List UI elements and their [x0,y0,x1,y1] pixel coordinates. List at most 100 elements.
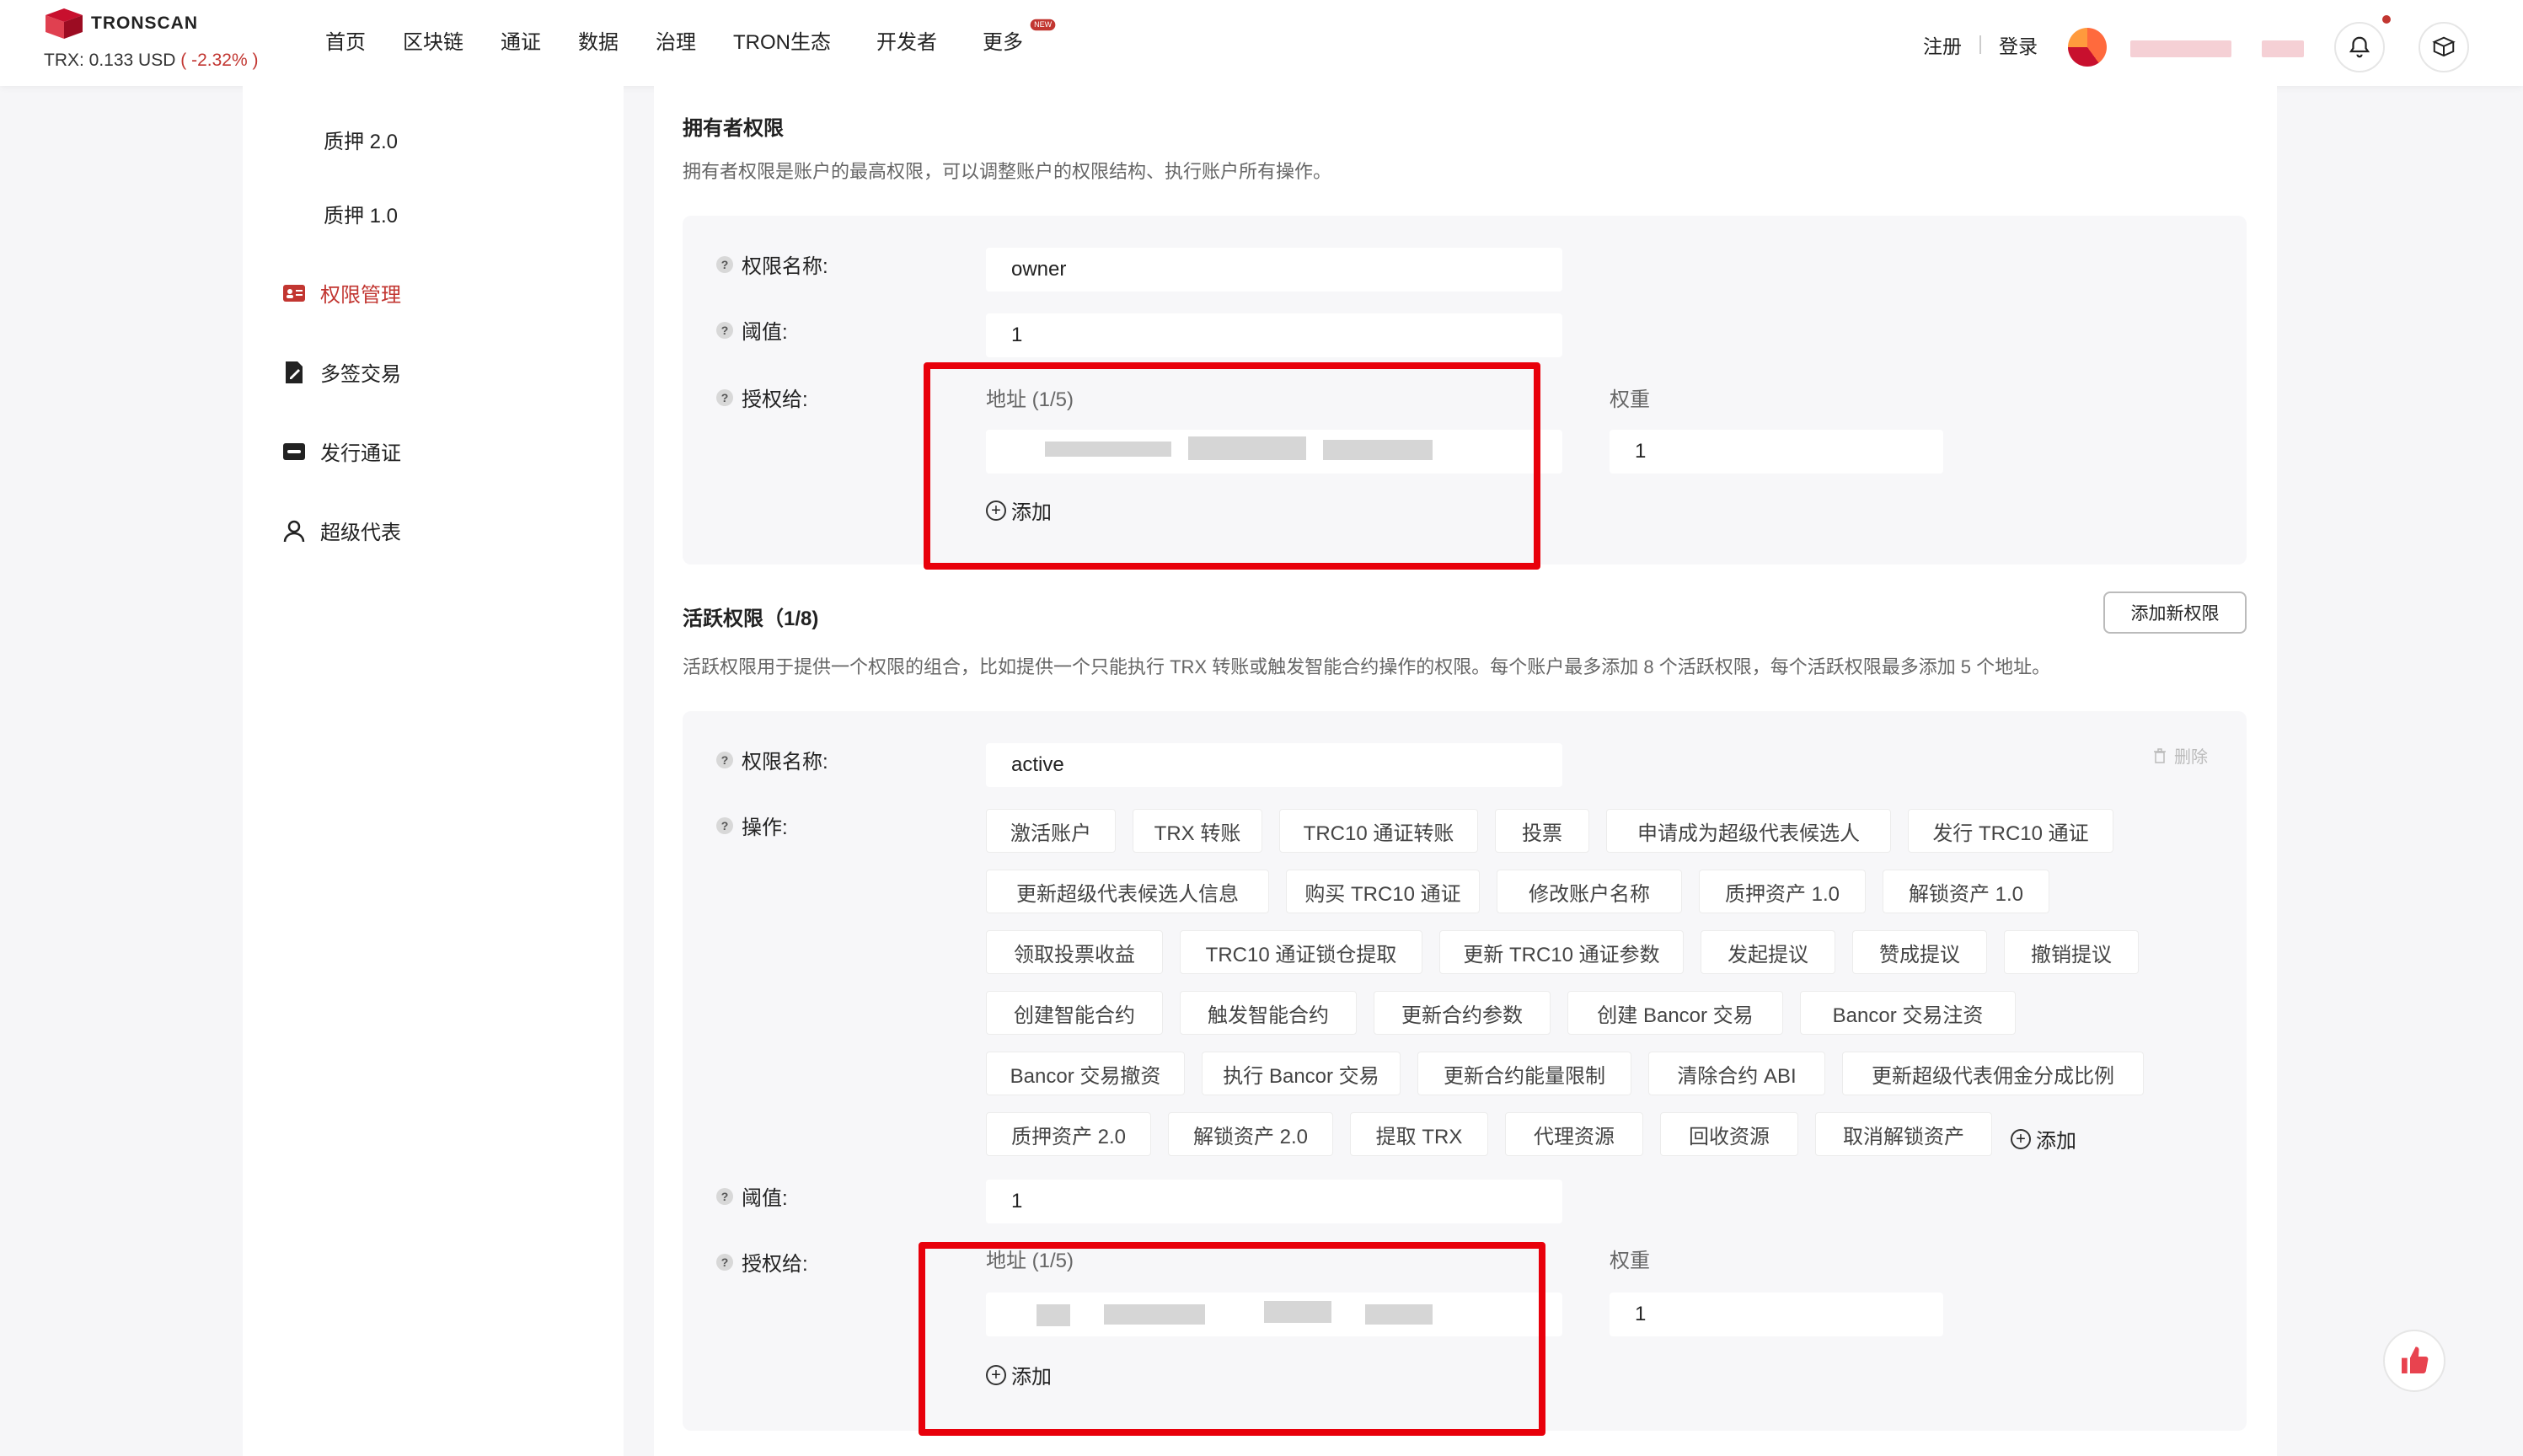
active-permission-desc: 活跃权限用于提供一个权限的组合，比如提供一个只能执行 TRX 转账或触发智能合约… [683,656,2051,677]
op-tag[interactable]: 质押资产 1.0 [1699,870,1866,913]
sidebar-item-label: 质押 1.0 [324,205,399,228]
op-tag[interactable]: 更新合约参数 [1374,991,1551,1035]
active-name-field[interactable]: active [986,743,1562,787]
op-tag[interactable]: 清除合约 ABI [1648,1052,1825,1095]
active-weight-header: 权重 [1610,1250,1650,1272]
sidebar-item-label: 发行通证 [320,442,401,465]
top-header: TRONSCAN TRX: 0.133 USD ( -2.32% ) 首页 区块… [0,0,2523,86]
op-tag[interactable]: 投票 [1495,809,1589,853]
op-tag[interactable]: Bancor 交易撤资 [986,1052,1185,1095]
nav-data[interactable]: 数据 [578,25,619,55]
sidebar-item-label: 超级代表 [320,522,401,544]
owner-name-field[interactable]: owner [986,248,1562,292]
op-tag[interactable]: 回收资源 [1660,1112,1798,1156]
help-icon[interactable]: ? [716,816,733,834]
op-tag[interactable]: TRC10 通证转账 [1279,809,1478,853]
help-icon[interactable]: ? [716,1187,733,1205]
op-tag[interactable]: TRC10 通证锁仓提取 [1180,930,1422,974]
wallet-cube-icon [2432,36,2456,57]
nav-tron-eco[interactable]: TRON生态 [733,25,831,55]
op-tag[interactable]: 执行 Bancor 交易 [1202,1052,1401,1095]
feedback-button[interactable] [2383,1330,2445,1392]
header-divider [1979,35,1981,54]
add-permission-button[interactable]: 添加新权限 [2103,592,2247,634]
op-tag[interactable]: TRX 转账 [1133,809,1262,853]
op-tag[interactable]: 解锁资产 1.0 [1883,870,2049,913]
wallet-button[interactable] [2419,22,2469,72]
op-tag[interactable]: 修改账户名称 [1497,870,1682,913]
help-icon[interactable]: ? [716,321,733,339]
op-tag[interactable]: 发起提议 [1701,930,1835,974]
brand-name: TRONSCAN [91,13,198,33]
help-icon[interactable]: ? [716,388,733,406]
sidebar-item-super-rep[interactable]: 超级代表 [281,516,401,545]
token-icon [281,439,307,464]
sidebar-item-multisig[interactable]: 多签交易 [281,357,401,387]
help-icon[interactable]: ? [716,751,733,768]
op-tag[interactable]: 撤销提议 [2004,930,2139,974]
thumb-up-icon [2402,1346,2429,1373]
avatar[interactable] [2068,28,2107,67]
op-tag[interactable]: 取消解锁资产 [1815,1112,1992,1156]
sidebar-item-permissions[interactable]: 权限管理 [281,278,401,308]
op-tag[interactable]: 激活账户 [986,809,1116,853]
op-tag[interactable]: 提取 TRX [1350,1112,1488,1156]
op-tag[interactable]: 更新超级代表候选人信息 [986,870,1269,913]
sidebar-item-issue-token[interactable]: 发行通证 [281,436,401,466]
notification-button[interactable] [2334,22,2385,72]
active-threshold-label: ? 阈值: [716,1181,788,1211]
add-operation-button[interactable]: + 添加 [2011,1124,2076,1154]
help-icon[interactable]: ? [716,255,733,273]
trash-icon [2154,747,2166,763]
user-icon [281,518,307,543]
op-tag[interactable]: 赞成提议 [1852,930,1987,974]
nav-blockchain[interactable]: 区块链 [403,25,463,55]
op-tag[interactable]: 更新超级代表佣金分成比例 [1842,1052,2144,1095]
new-badge: NEW [1030,19,1056,31]
active-name-label: ? 权限名称: [716,745,828,774]
op-tag[interactable]: 更新 TRC10 通证参数 [1439,930,1684,974]
tronscan-logo-icon [46,8,83,39]
nav-more[interactable]: 更多 NEW [983,19,1056,55]
id-card-icon [281,281,307,306]
annotation-highlight-owner [924,362,1540,570]
op-tag[interactable]: 申请成为超级代表候选人 [1606,809,1891,853]
blurred-account [2130,40,2231,57]
owner-threshold-field[interactable]: 1 [986,313,1562,357]
sidebar-item-stake-2[interactable]: 质押 2.0 [324,125,398,154]
notification-dot [2382,15,2391,24]
op-tag[interactable]: 创建 Bancor 交易 [1567,991,1783,1035]
sidebar-item-label: 权限管理 [320,284,401,307]
owner-weight-header: 权重 [1610,388,1650,411]
op-tag[interactable]: 领取投票收益 [986,930,1163,974]
help-icon[interactable]: ? [716,1253,733,1271]
tronscan-logo[interactable]: TRONSCAN [42,7,198,40]
op-tag[interactable]: 触发智能合约 [1180,991,1357,1035]
owner-weight-field[interactable]: 1 [1610,430,1943,474]
active-threshold-field[interactable]: 1 [986,1180,1562,1223]
sidebar-item-stake-1[interactable]: 质押 1.0 [324,199,398,228]
op-tag[interactable]: 解锁资产 2.0 [1168,1112,1333,1156]
active-ops-label: ? 操作: [716,811,788,840]
op-tag[interactable]: 发行 TRC10 通证 [1908,809,2113,853]
nav-developers[interactable]: 开发者 [876,25,937,55]
active-weight-field[interactable]: 1 [1610,1293,1943,1336]
nav-home[interactable]: 首页 [325,25,366,55]
trx-price: TRX: 0.133 USD ( -2.32% ) [44,51,258,71]
register-link[interactable]: 注册 [1923,30,1962,59]
sidebar-item-label: 多签交易 [320,363,401,386]
nav-tokens[interactable]: 通证 [501,25,541,55]
op-tag[interactable]: 更新合约能量限制 [1417,1052,1631,1095]
op-tag[interactable]: 质押资产 2.0 [986,1112,1151,1156]
annotation-highlight-active [919,1242,1545,1436]
op-tag[interactable]: 代理资源 [1505,1112,1643,1156]
plus-circle-icon: + [2011,1128,2031,1149]
nav-governance[interactable]: 治理 [656,25,696,55]
op-tag[interactable]: 购买 TRC10 通证 [1286,870,1480,913]
login-link[interactable]: 登录 [1999,30,2038,59]
active-auth-label: ? 授权给: [716,1247,808,1277]
owner-auth-label: ? 授权给: [716,383,808,412]
op-tag[interactable]: Bancor 交易注资 [1800,991,2016,1035]
delete-permission-button[interactable]: 删除 [2152,743,2208,768]
op-tag[interactable]: 创建智能合约 [986,991,1163,1035]
